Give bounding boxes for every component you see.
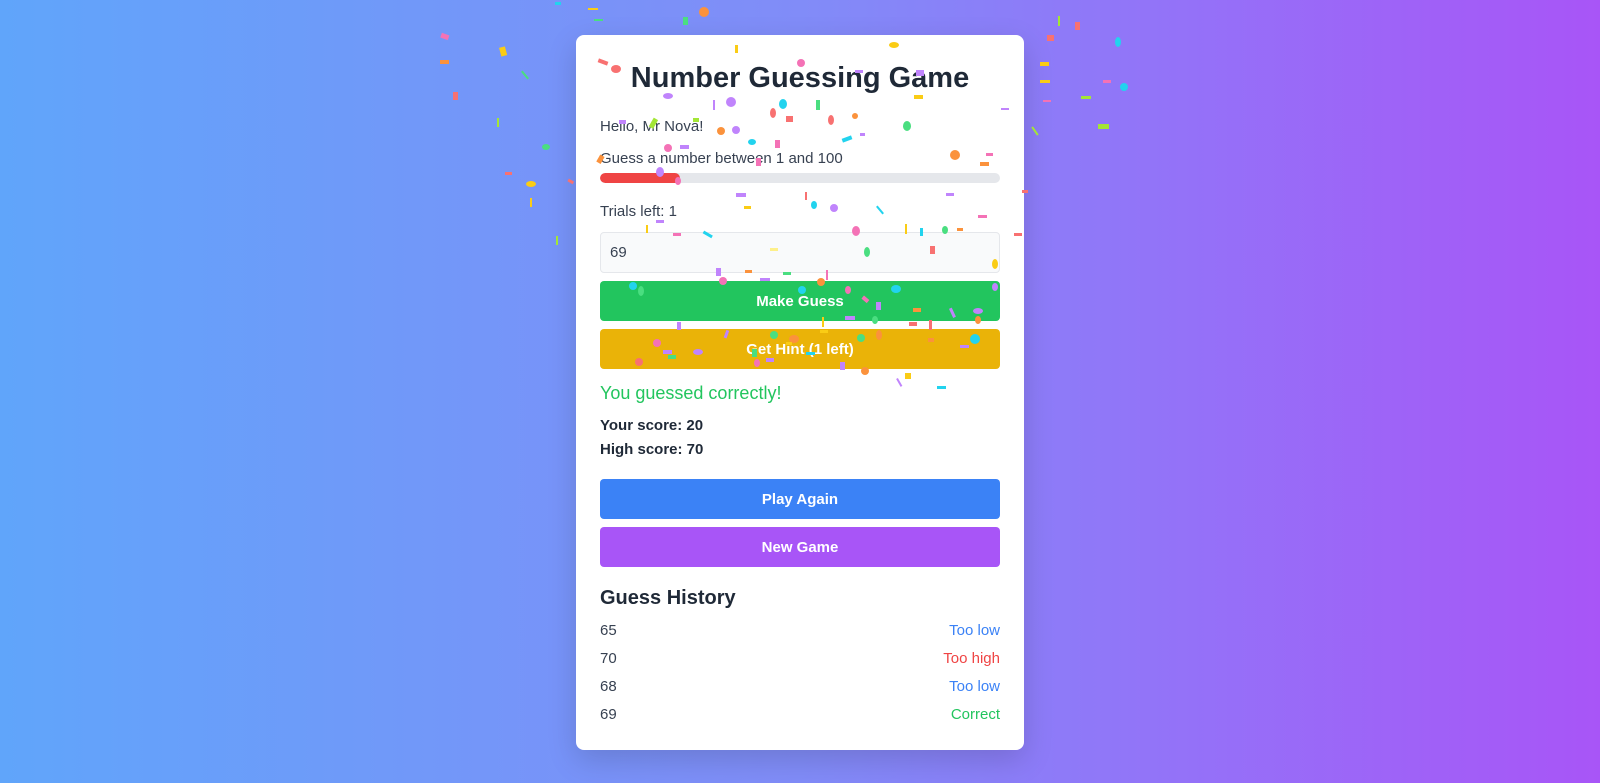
high-score-text: High score: 70 bbox=[600, 441, 704, 458]
history-list: 65 Too low 70 Too high 68 Too low 69 Cor… bbox=[600, 617, 1000, 729]
history-guess: 70 bbox=[600, 650, 617, 667]
history-result: Too low bbox=[949, 678, 1000, 695]
get-hint-button[interactable]: Get Hint (1 left) bbox=[600, 329, 1000, 369]
instruction-text: Guess a number between 1 and 100 bbox=[600, 150, 843, 167]
trials-progress-fill bbox=[600, 173, 680, 183]
new-game-button[interactable]: New Game bbox=[600, 527, 1000, 567]
game-card: Number Guessing Game Hello, Mr Nova! Gue… bbox=[576, 35, 1024, 750]
history-result: Too high bbox=[943, 650, 1000, 667]
your-score-text: Your score: 20 bbox=[600, 417, 704, 434]
result-message: You guessed correctly! bbox=[600, 383, 782, 403]
play-again-button[interactable]: Play Again bbox=[600, 479, 1000, 519]
history-guess: 69 bbox=[600, 706, 617, 723]
history-row: 65 Too low bbox=[600, 617, 1000, 645]
trials-progress-bar bbox=[600, 173, 1000, 183]
history-title: Guess History bbox=[600, 587, 736, 609]
greeting-text: Hello, Mr Nova! bbox=[600, 118, 704, 135]
trials-left-text: Trials left: 1 bbox=[600, 203, 677, 220]
history-guess: 65 bbox=[600, 622, 617, 639]
history-guess: 68 bbox=[600, 678, 617, 695]
guess-input[interactable] bbox=[600, 232, 1000, 273]
history-row: 70 Too high bbox=[600, 645, 1000, 673]
make-guess-button[interactable]: Make Guess bbox=[600, 281, 1000, 321]
history-result: Too low bbox=[949, 622, 1000, 639]
history-row: 68 Too low bbox=[600, 673, 1000, 701]
page-title: Number Guessing Game bbox=[630, 62, 970, 94]
history-row: 69 Correct bbox=[600, 701, 1000, 729]
history-result: Correct bbox=[950, 706, 1000, 723]
